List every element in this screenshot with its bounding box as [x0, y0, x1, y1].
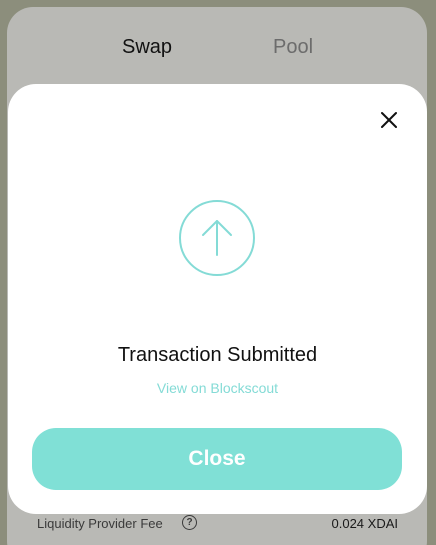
fee-value: 0.024 XDAI — [331, 516, 399, 531]
fee-label: Liquidity Provider Fee — [37, 516, 163, 531]
arrow-up-circle-icon — [178, 199, 256, 277]
question-circle-icon[interactable]: ? — [182, 515, 197, 530]
transaction-submitted-modal: Transaction Submitted View on Blockscout… — [8, 84, 427, 514]
view-on-explorer-link[interactable]: View on Blockscout — [8, 380, 427, 396]
close-button[interactable]: Close — [32, 428, 402, 490]
swap-pool-tabs: Swap Pool — [0, 34, 436, 62]
modal-title: Transaction Submitted — [117, 344, 318, 366]
tab-pool[interactable]: Pool — [273, 34, 313, 60]
close-icon[interactable] — [380, 111, 398, 129]
tab-swap[interactable]: Swap — [122, 34, 172, 60]
liquidity-provider-fee-row: Liquidity Provider Fee ? 0.024 XDAI — [37, 514, 399, 534]
